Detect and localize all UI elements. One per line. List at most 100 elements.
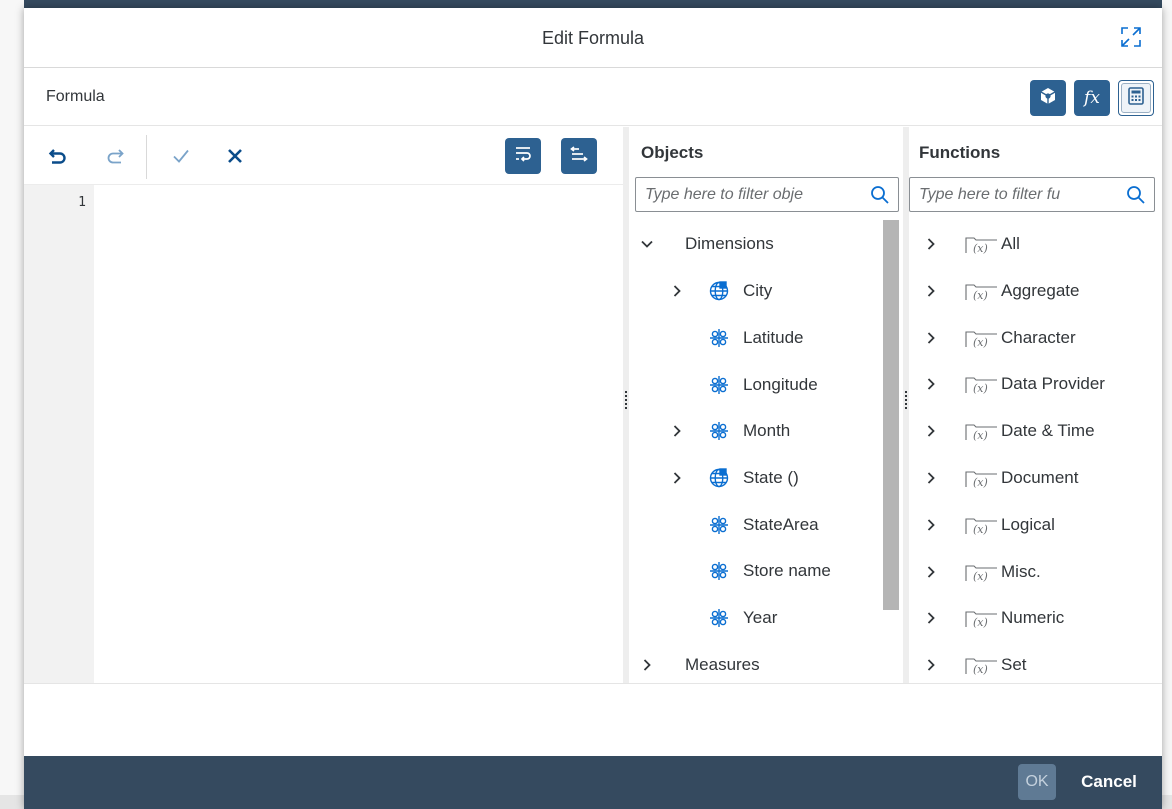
objects-filter-field[interactable] [635, 177, 899, 212]
function-category-row[interactable]: (x) Set [909, 642, 1162, 683]
tree-node-dimensions[interactable]: Dimensions [629, 221, 903, 267]
chevron-right-icon[interactable] [923, 376, 939, 392]
dialog-header: Edit Formula [24, 8, 1162, 68]
formula-subheader: Formula fx [24, 68, 1162, 126]
word-wrap-button[interactable] [505, 138, 541, 174]
function-folder-icon: (x) [965, 235, 999, 255]
editor-toolbar [24, 127, 623, 185]
function-folder-icon: (x) [965, 375, 999, 395]
chevron-right-icon[interactable] [923, 423, 939, 439]
function-folder-icon: (x) [965, 329, 999, 349]
dimension-icon [708, 607, 730, 629]
function-category-row[interactable]: (x) Document [909, 455, 1162, 501]
line-number: 1 [78, 195, 86, 210]
function-category-label: Numeric [1001, 608, 1065, 628]
geo-globe-icon [708, 467, 730, 489]
dimension-icon [708, 560, 730, 582]
tree-node-label: State () [743, 468, 799, 487]
function-category-label: Set [1001, 655, 1027, 675]
chevron-right-icon[interactable] [669, 283, 685, 299]
function-folder-icon: (x) [965, 469, 999, 489]
function-category-row[interactable]: (x) All [909, 221, 1162, 267]
validate-check-icon[interactable] [169, 144, 193, 168]
function-category-row[interactable]: (x) Numeric [909, 595, 1162, 641]
svg-text:(x): (x) [973, 336, 988, 349]
function-category-row[interactable]: (x) Data Provider [909, 361, 1162, 407]
edit-formula-dialog: Edit Formula Formula fx 1 Objects Type h… [24, 8, 1162, 809]
chevron-right-icon[interactable] [923, 283, 939, 299]
chevron-right-icon[interactable] [923, 517, 939, 533]
undo-icon[interactable] [46, 144, 70, 168]
maximize-icon[interactable] [1120, 26, 1142, 48]
background-page-strip [0, 0, 24, 809]
objects-toggle-button[interactable] [1030, 80, 1066, 116]
tree-node-label: Month [743, 421, 791, 440]
svg-text:(x): (x) [973, 289, 988, 302]
objects-filter-input[interactable] [636, 178, 862, 211]
tree-node-state[interactable]: State () [629, 455, 903, 501]
function-category-label: Logical [1001, 514, 1055, 534]
chevron-right-icon[interactable] [923, 657, 939, 673]
function-category-row[interactable]: (x) Character [909, 315, 1162, 361]
function-folder-icon: (x) [965, 516, 999, 536]
search-icon[interactable] [870, 185, 890, 205]
tree-node-city[interactable]: City [629, 268, 903, 314]
tree-node-label: City [743, 281, 773, 300]
svg-text:(x): (x) [973, 616, 988, 629]
functions-filter-field[interactable] [909, 177, 1155, 212]
svg-text:(x): (x) [973, 242, 988, 255]
chevron-right-icon[interactable] [923, 610, 939, 626]
chevron-right-icon[interactable] [669, 470, 685, 486]
dimension-icon [708, 420, 730, 442]
dimension-icon [708, 327, 730, 349]
function-category-row[interactable]: (x) Misc. [909, 549, 1162, 595]
line-number-gutter: 1 [24, 185, 94, 683]
tree-node-label: Dimensions [685, 234, 774, 253]
chevron-down-icon[interactable] [639, 236, 655, 252]
toolbar-separator [146, 135, 147, 179]
tree-node-store-name[interactable]: Store name [629, 548, 903, 594]
chevron-right-icon[interactable] [923, 470, 939, 486]
function-category-label: Character [1001, 327, 1076, 347]
background-page-strip-right [1162, 0, 1172, 809]
functions-toggle-button[interactable]: fx [1074, 80, 1110, 116]
function-category-row[interactable]: (x) Logical [909, 502, 1162, 548]
tree-node-month[interactable]: Month [629, 408, 903, 454]
chevron-right-icon[interactable] [923, 236, 939, 252]
svg-text:(x): (x) [973, 382, 988, 395]
tree-node-label: Store name [743, 561, 831, 580]
function-category-label: All [1001, 234, 1020, 253]
tree-node-longitude[interactable]: Longitude [629, 362, 903, 408]
chevron-right-icon[interactable] [639, 657, 655, 673]
calculator-toggle-button[interactable] [1118, 80, 1154, 116]
dialog-footer: OK Cancel [24, 756, 1162, 809]
svg-text:(x): (x) [973, 523, 988, 536]
redo-icon[interactable] [103, 144, 127, 168]
search-icon[interactable] [1126, 185, 1146, 205]
function-category-label: Document [1001, 468, 1079, 487]
tree-node-label: Year [743, 608, 778, 627]
dialog-content-bottom-border [24, 683, 1162, 684]
tree-node-measures[interactable]: Measures [629, 642, 903, 683]
ok-button[interactable]: OK [1018, 764, 1056, 800]
svg-text:(x): (x) [973, 476, 988, 489]
chevron-right-icon[interactable] [923, 564, 939, 580]
cancel-button[interactable]: Cancel [1072, 764, 1146, 800]
tree-node-year[interactable]: Year [629, 595, 903, 641]
functions-filter-input[interactable] [910, 178, 1118, 211]
function-category-row[interactable]: (x) Aggregate [909, 268, 1162, 314]
app-shell-bar [0, 0, 1172, 8]
word-wrap-icon [513, 145, 533, 168]
formula-code-area[interactable] [94, 185, 623, 683]
chevron-right-icon[interactable] [923, 330, 939, 346]
formula-editor-pane: 1 [24, 127, 623, 683]
tree-node-label: Measures [685, 655, 760, 674]
objects-title: Objects [641, 143, 704, 162]
chevron-right-icon[interactable] [669, 423, 685, 439]
indent-button[interactable] [561, 138, 597, 174]
dimension-icon [708, 374, 730, 396]
function-category-row[interactable]: (x) Date & Time [909, 408, 1162, 454]
tree-node-latitude[interactable]: Latitude [629, 315, 903, 361]
clear-x-icon[interactable] [223, 144, 247, 168]
tree-node-statearea[interactable]: StateArea [629, 502, 903, 548]
